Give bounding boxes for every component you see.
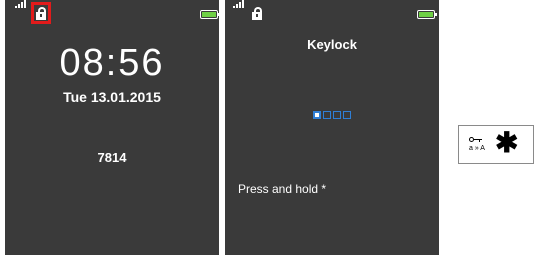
pin-digit-box	[333, 111, 341, 119]
unlock-code: 7814	[97, 150, 127, 165]
keylock-title: Keylock	[307, 37, 357, 52]
key-legend: a » A ✱	[458, 125, 534, 164]
lock-screen: 08:56 Tue 13.01.2015 7814	[5, 0, 220, 255]
lock-icon-highlight	[31, 2, 51, 24]
star-key-icon[interactable]: ✱	[495, 129, 518, 157]
pin-digit-box	[313, 111, 321, 119]
case-toggle-label: a » A	[469, 145, 485, 152]
status-bar	[225, 0, 439, 22]
status-bar	[5, 0, 220, 24]
clock-date: Tue 13.01.2015	[63, 89, 161, 105]
lock-icon	[252, 7, 262, 20]
pin-digit-box	[343, 111, 351, 119]
pin-entry-indicator	[225, 111, 439, 119]
pin-digit-box	[323, 111, 331, 119]
key-icon	[469, 137, 482, 142]
battery-icon	[200, 10, 220, 19]
keylock-instruction: Press and hold *	[238, 182, 327, 196]
battery-icon	[417, 10, 437, 19]
keylock-screen: Keylock Press and hold *	[225, 0, 439, 255]
clock-time: 08:56	[59, 42, 165, 84]
